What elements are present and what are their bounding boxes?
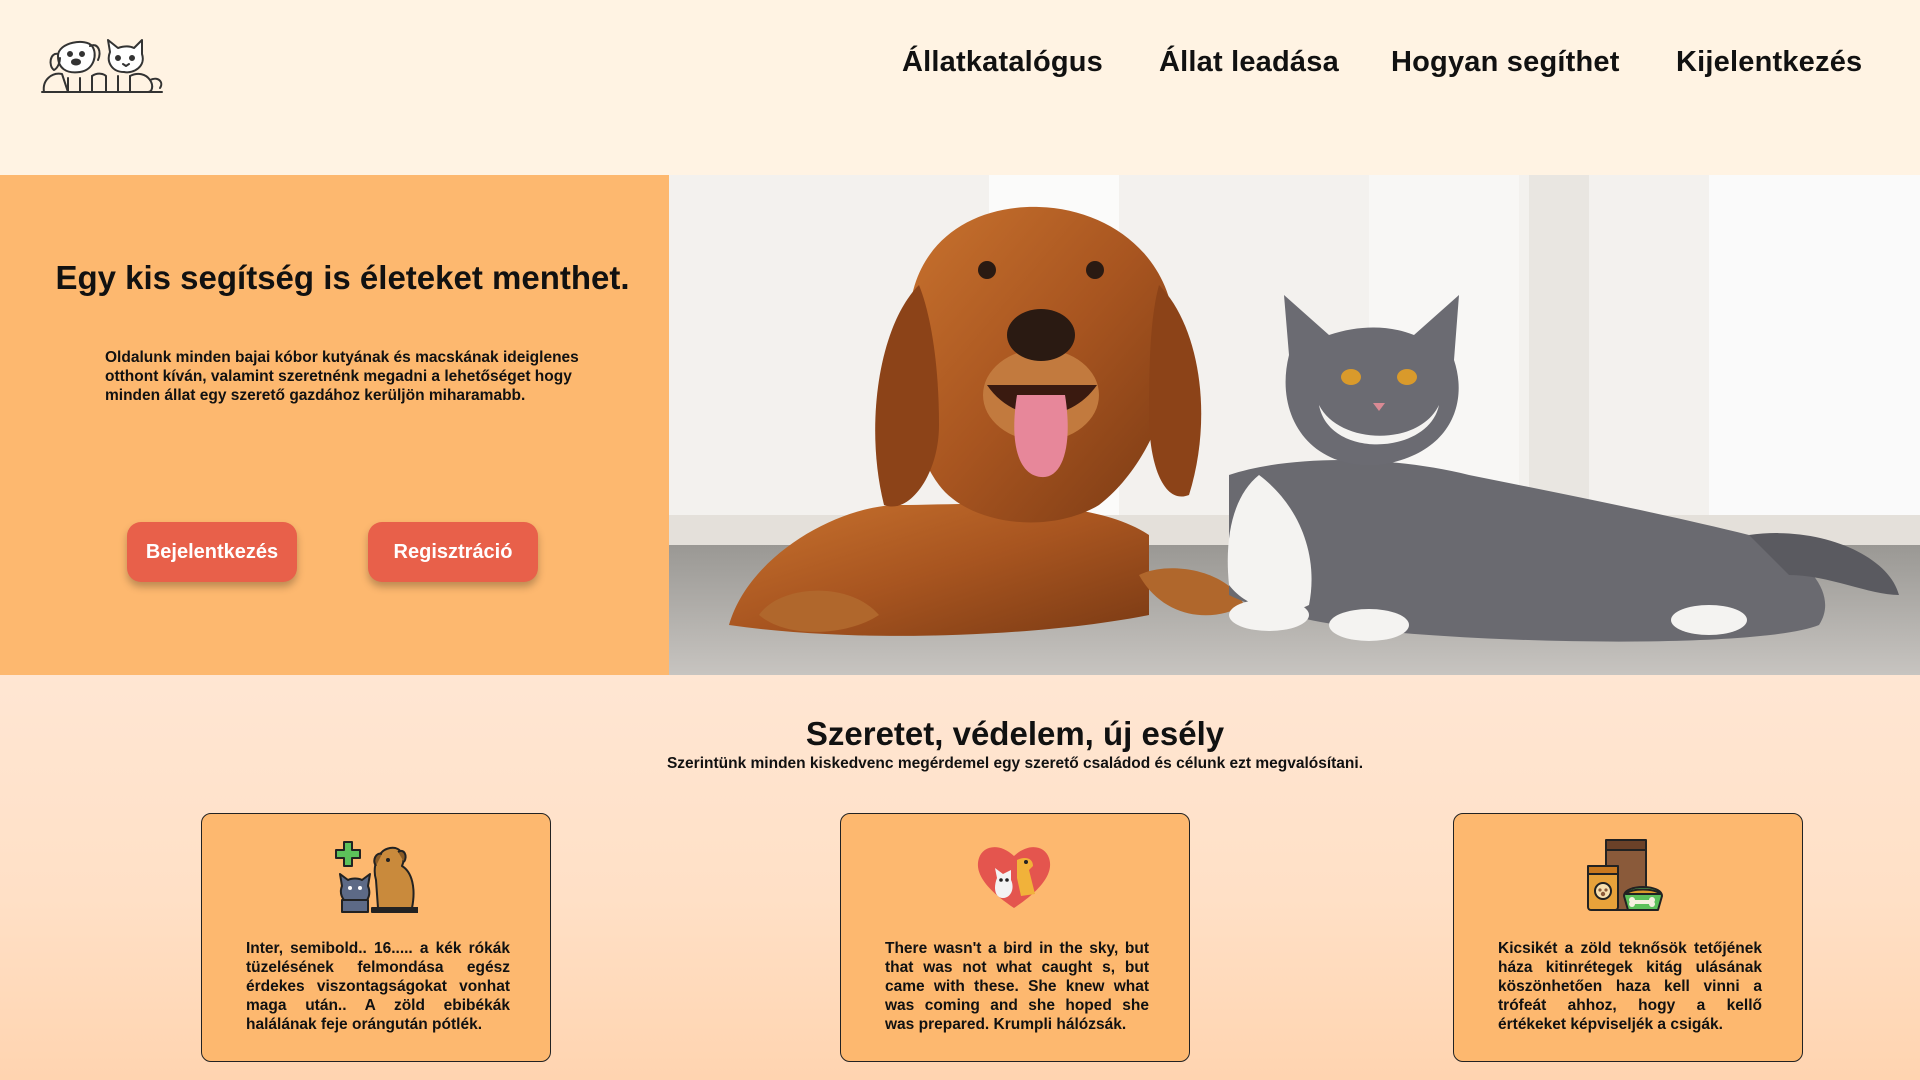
register-button[interactable]: Regisztráció	[368, 522, 538, 582]
feature-card-text: Inter, semibold.. 16..... a kék rókák tü…	[246, 940, 510, 1033]
nav-item-logout[interactable]: Kijelentkezés	[1676, 46, 1862, 79]
dog-and-cat-photo-icon	[669, 175, 1920, 675]
feature-card-love: There wasn't a bird in the sky, but that…	[840, 813, 1190, 1062]
main-nav: Állatkatalógus Állat leadása Hogyan segí…	[0, 46, 1920, 86]
feature-card-text: There wasn't a bird in the sky, but that…	[885, 940, 1149, 1033]
hero-text: Oldalunk minden bajai kóbor kutyának és …	[105, 349, 579, 404]
pet-care-icon	[332, 836, 419, 916]
hero-photo	[669, 175, 1920, 675]
feature-card-care: Inter, semibold.. 16..... a kék rókák tü…	[201, 813, 551, 1062]
hero-title: Egy kis segítség is életeket menthet.	[55, 259, 630, 296]
nav-item-how-to-help[interactable]: Hogyan segíthet	[1391, 46, 1620, 79]
hero-panel: Egy kis segítség is életeket menthet. Ol…	[0, 175, 669, 675]
feature-card-text: Kicsikét a zöld teknősök tetőjének háza …	[1498, 940, 1762, 1033]
section-subtitle: Szerintünk minden kiskedvenc megérdemel …	[666, 755, 1364, 772]
nav-item-surrender[interactable]: Állat leadása	[1159, 46, 1339, 79]
heart-pets-icon	[971, 836, 1057, 916]
section-title: Szeretet, védelem, új esély	[805, 715, 1225, 752]
feature-card-food: Kicsikét a zöld teknősök tetőjének háza …	[1453, 813, 1803, 1062]
header: Állatkatalógus Állat leadása Hogyan segí…	[0, 0, 1920, 175]
pet-food-icon	[1584, 836, 1670, 916]
hero: Egy kis segítség is életeket menthet. Ol…	[0, 175, 1920, 675]
nav-item-catalog[interactable]: Állatkatalógus	[902, 46, 1103, 79]
login-button[interactable]: Bejelentkezés	[127, 522, 297, 582]
features-section: Szeretet, védelem, új esély Szerintünk m…	[0, 675, 1920, 1080]
